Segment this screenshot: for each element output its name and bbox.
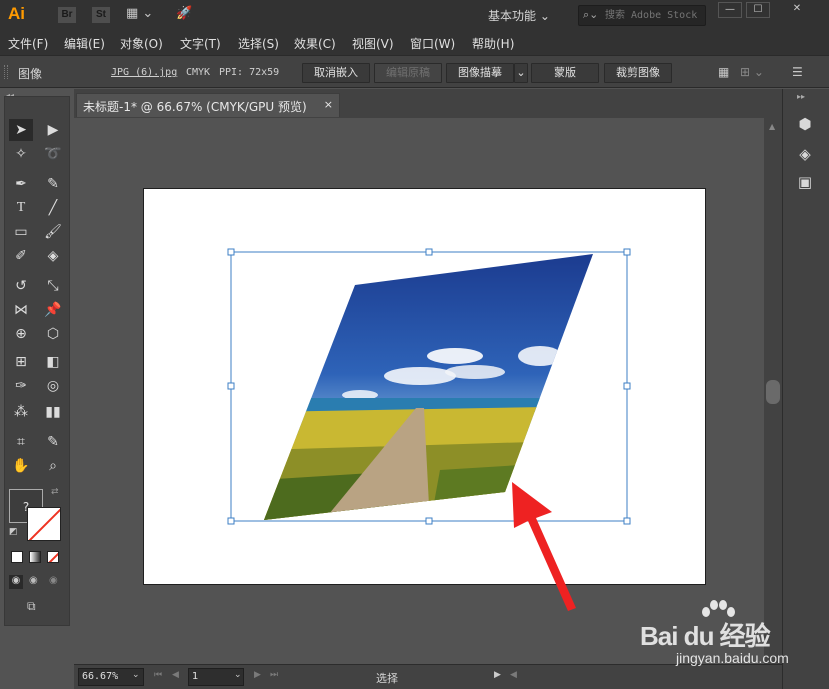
first-artboard-icon[interactable]: ⏮ bbox=[154, 670, 162, 680]
expand-panels-icon[interactable]: ▸▸ bbox=[797, 92, 805, 101]
current-tool-status: 选择 bbox=[376, 672, 398, 685]
watermark-url: jingyan.baidu.com bbox=[676, 650, 789, 666]
zoom-dropdown-icon[interactable]: ⌄ bbox=[132, 670, 140, 680]
placed-image[interactable] bbox=[260, 250, 600, 525]
previous-artboard-icon[interactable]: ◀ bbox=[172, 670, 179, 680]
next-artboard-icon[interactable]: ▶ bbox=[254, 670, 261, 680]
last-artboard-icon[interactable]: ⏭ bbox=[270, 670, 278, 680]
resize-handle[interactable] bbox=[425, 517, 433, 525]
scroll-left-icon[interactable]: ◀ bbox=[510, 670, 517, 680]
watermark-brand: Bai du 经验 bbox=[640, 621, 771, 651]
scroll-thumb[interactable] bbox=[766, 380, 780, 404]
status-menu-icon[interactable]: ▶ bbox=[494, 670, 501, 680]
baidu-watermark: Bai du 经验 jingyan.baidu.com bbox=[636, 598, 826, 678]
resize-handle[interactable] bbox=[227, 517, 235, 525]
annotation-arrow bbox=[512, 482, 576, 611]
resize-handle[interactable] bbox=[227, 382, 235, 390]
resize-handle[interactable] bbox=[425, 248, 433, 256]
artboard-dropdown-icon[interactable]: ⌄ bbox=[234, 670, 242, 680]
canvas-overlay bbox=[227, 248, 631, 611]
vertical-scrollbar[interactable]: ▲ bbox=[764, 118, 782, 664]
libraries-icon[interactable]: ⬢ bbox=[795, 115, 815, 133]
resize-handle[interactable] bbox=[227, 248, 235, 256]
resize-handle[interactable] bbox=[623, 517, 631, 525]
resize-handle[interactable] bbox=[623, 248, 631, 256]
scroll-up-icon[interactable]: ▲ bbox=[769, 122, 775, 131]
resize-handle[interactable] bbox=[623, 382, 631, 390]
layers-icon[interactable]: ◈ bbox=[795, 145, 815, 163]
artboards-icon[interactable]: ▣ bbox=[795, 173, 815, 191]
